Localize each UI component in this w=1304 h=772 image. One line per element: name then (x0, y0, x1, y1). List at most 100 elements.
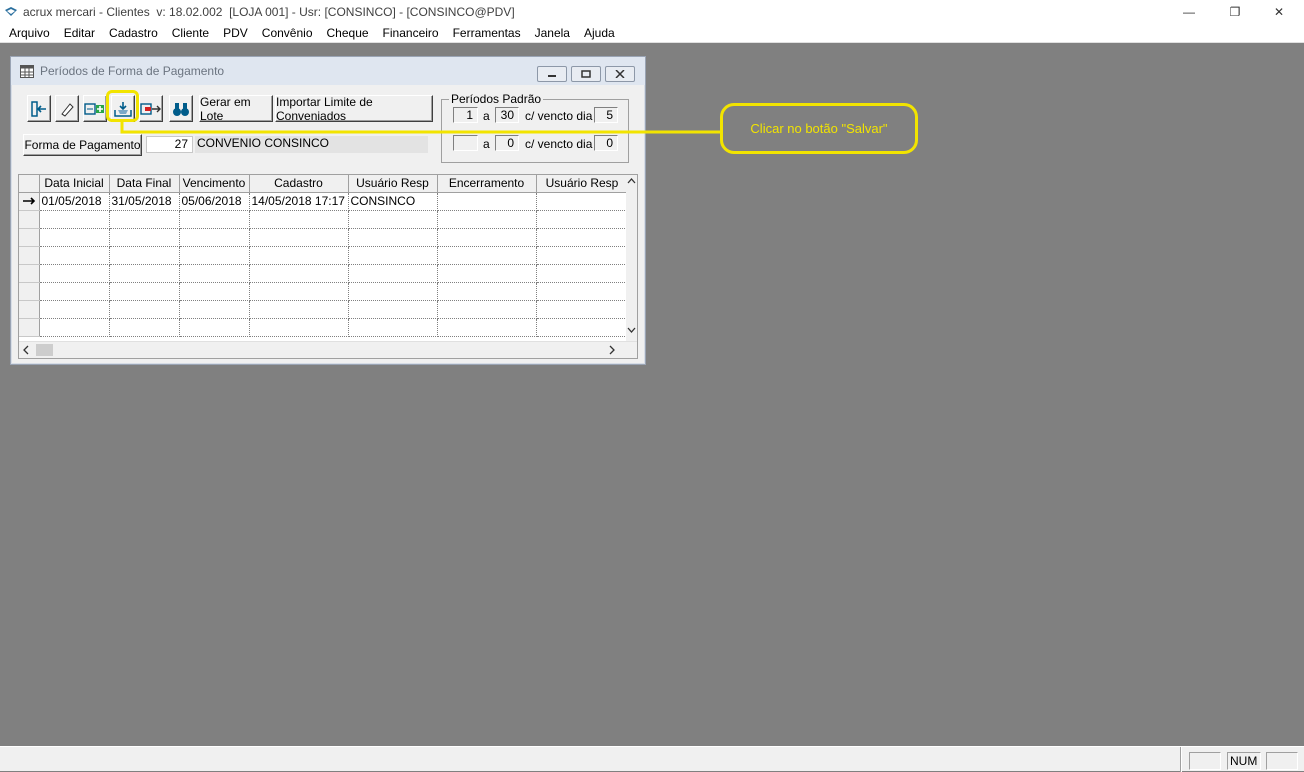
cell-cadastro[interactable]: 14/05/2018 17:17 (249, 192, 349, 211)
col-header-usuario-resp[interactable]: Usuário Resp (348, 175, 438, 193)
empty-cell[interactable] (437, 210, 537, 229)
empty-cell[interactable] (536, 300, 629, 319)
empty-cell[interactable] (348, 246, 438, 265)
empty-cell[interactable] (249, 246, 349, 265)
table-row[interactable] (19, 282, 629, 301)
empty-cell[interactable] (348, 300, 438, 319)
empty-cell[interactable] (109, 228, 180, 247)
forma-pagamento-code-field[interactable]: 27 (146, 136, 193, 153)
menu-ferramentas[interactable]: Ferramentas (446, 26, 528, 40)
empty-cell[interactable] (39, 210, 110, 229)
col-header-cadastro[interactable]: Cadastro (249, 175, 349, 193)
empty-cell[interactable] (39, 318, 110, 337)
empty-cell[interactable] (348, 228, 438, 247)
importar-limite-button[interactable]: Importar Limite de Conveniados (275, 95, 433, 123)
table-row[interactable] (19, 210, 629, 229)
empty-cell[interactable] (179, 318, 250, 337)
table-row[interactable] (19, 300, 629, 319)
empty-cell[interactable] (249, 228, 349, 247)
menu-ajuda[interactable]: Ajuda (577, 26, 622, 40)
menu-financeiro[interactable]: Financeiro (376, 26, 446, 40)
empty-cell[interactable] (109, 210, 180, 229)
empty-cell[interactable] (536, 264, 629, 283)
empty-cell[interactable] (179, 300, 250, 319)
periodo2-to-field[interactable]: 0 (495, 135, 519, 151)
menu-cheque[interactable]: Cheque (320, 26, 376, 40)
empty-cell[interactable] (179, 228, 250, 247)
table-row[interactable] (19, 246, 629, 265)
empty-cell[interactable] (179, 264, 250, 283)
minimize-button[interactable]: — (1166, 0, 1212, 23)
col-header-data-inicial[interactable]: Data Inicial (39, 175, 110, 193)
grid-vertical-scrollbar[interactable] (626, 175, 637, 341)
periodo2-day-field[interactable]: 0 (594, 135, 618, 151)
table-row[interactable]: 01/05/2018 31/05/2018 05/06/2018 14/05/2… (19, 192, 629, 211)
cell-vencimento[interactable]: 05/06/2018 (179, 192, 250, 211)
empty-cell[interactable] (249, 264, 349, 283)
mdi-close-button[interactable] (605, 66, 635, 82)
delete-button[interactable] (139, 95, 163, 122)
table-row[interactable] (19, 318, 629, 337)
menu-editar[interactable]: Editar (57, 26, 102, 40)
menu-pdv[interactable]: PDV (216, 26, 255, 40)
empty-cell[interactable] (437, 300, 537, 319)
empty-cell[interactable] (348, 264, 438, 283)
grid-horizontal-scrollbar[interactable] (19, 341, 637, 358)
empty-cell[interactable] (536, 282, 629, 301)
periodo1-from-field[interactable]: 1 (453, 107, 478, 123)
exit-button[interactable] (27, 95, 51, 122)
menu-cadastro[interactable]: Cadastro (102, 26, 165, 40)
periodo1-to-field[interactable]: 30 (495, 107, 519, 123)
restore-button[interactable]: ❐ (1212, 0, 1258, 23)
cell-usuario-resp[interactable]: CONSINCO (348, 192, 438, 211)
table-row[interactable] (19, 228, 629, 247)
close-button[interactable]: ✕ (1256, 0, 1302, 23)
empty-cell[interactable] (437, 228, 537, 247)
empty-cell[interactable] (437, 264, 537, 283)
empty-cell[interactable] (536, 228, 629, 247)
mdi-maximize-button[interactable] (571, 66, 601, 82)
cell-data-final[interactable]: 31/05/2018 (109, 192, 180, 211)
menu-convenio[interactable]: Convênio (255, 26, 320, 40)
empty-cell[interactable] (348, 282, 438, 301)
empty-cell[interactable] (39, 300, 110, 319)
empty-cell[interactable] (109, 318, 180, 337)
empty-cell[interactable] (179, 282, 250, 301)
forma-de-pagamento-button[interactable]: Forma de Pagamento (23, 134, 142, 156)
cell-encerramento[interactable] (437, 192, 537, 211)
menu-janela[interactable]: Janela (528, 26, 577, 40)
mdi-minimize-button[interactable] (537, 66, 567, 82)
table-row[interactable] (19, 264, 629, 283)
col-header-usuario-resp-2[interactable]: Usuário Resp (536, 175, 629, 193)
empty-cell[interactable] (437, 246, 537, 265)
empty-cell[interactable] (39, 228, 110, 247)
empty-cell[interactable] (39, 282, 110, 301)
empty-cell[interactable] (109, 282, 180, 301)
col-header-vencimento[interactable]: Vencimento (179, 175, 250, 193)
empty-cell[interactable] (348, 210, 438, 229)
empty-cell[interactable] (536, 210, 629, 229)
empty-cell[interactable] (437, 318, 537, 337)
empty-cell[interactable] (249, 210, 349, 229)
menu-cliente[interactable]: Cliente (165, 26, 216, 40)
empty-cell[interactable] (109, 246, 180, 265)
empty-cell[interactable] (249, 318, 349, 337)
menu-arquivo[interactable]: Arquivo (2, 26, 57, 40)
col-header-encerramento[interactable]: Encerramento (437, 175, 537, 193)
empty-cell[interactable] (179, 210, 250, 229)
empty-cell[interactable] (39, 246, 110, 265)
empty-cell[interactable] (249, 300, 349, 319)
empty-cell[interactable] (249, 282, 349, 301)
cell-usuario-resp-2[interactable] (536, 192, 629, 211)
cell-data-inicial[interactable]: 01/05/2018 (39, 192, 110, 211)
edit-button[interactable] (55, 95, 79, 122)
empty-cell[interactable] (536, 246, 629, 265)
gerar-em-lote-button[interactable]: Gerar em Lote (199, 95, 273, 123)
empty-cell[interactable] (536, 318, 629, 337)
search-button[interactable] (169, 95, 193, 122)
empty-cell[interactable] (179, 246, 250, 265)
empty-cell[interactable] (109, 300, 180, 319)
periodo1-day-field[interactable]: 5 (594, 107, 618, 123)
periodos-grid[interactable]: Data Inicial Data Final Vencimento Cadas… (18, 174, 638, 359)
insert-button[interactable] (83, 95, 107, 122)
